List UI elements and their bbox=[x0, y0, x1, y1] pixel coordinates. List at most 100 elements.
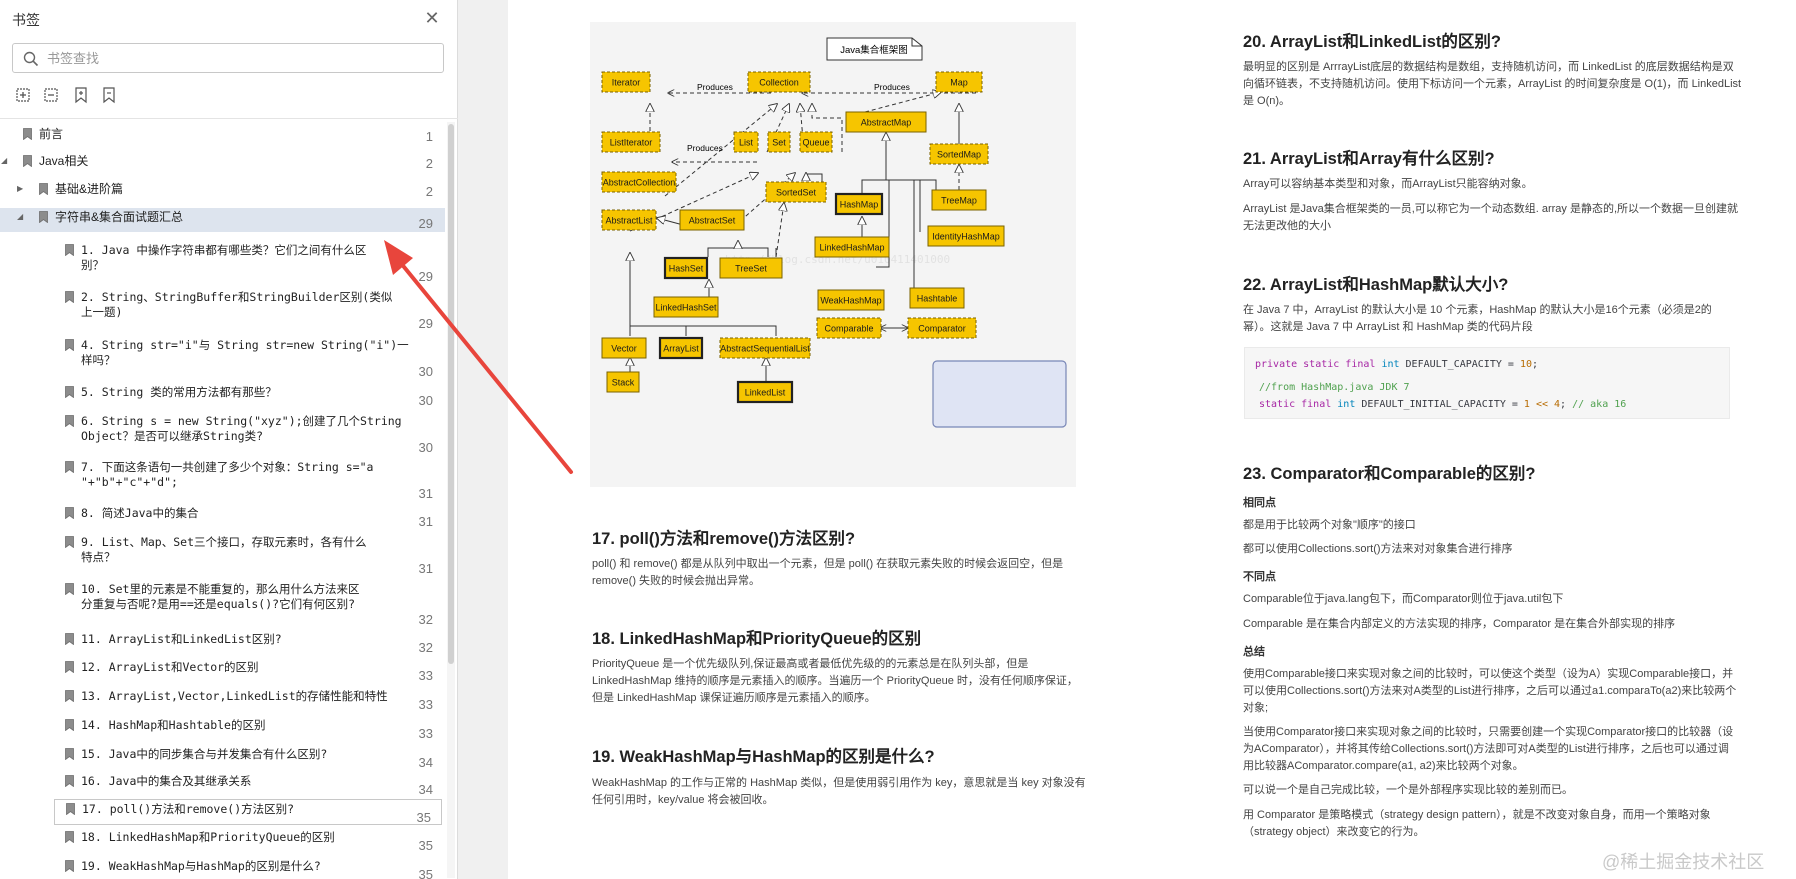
expanded-caret-icon[interactable]: ◢ bbox=[1, 156, 11, 166]
bookmark-page-number: 35 bbox=[418, 867, 433, 879]
bookmark-item[interactable]: 14. HashMap和Hashtable的区别 33 bbox=[0, 716, 445, 742]
bookmark-item[interactable]: 12. ArrayList和Vector的区别 33 bbox=[0, 658, 445, 684]
svg-text:Iterator: Iterator bbox=[612, 78, 641, 88]
bookmark-item[interactable]: 19. WeakHashMap与HashMap的区别是什么? 35 bbox=[0, 857, 445, 879]
diagram-node-linkedhashset: LinkedHashSet bbox=[653, 296, 719, 318]
bookmark-item-label: 16. Java中的集合及其继承关系 bbox=[81, 774, 252, 788]
diagram-node-abstractmap: AbstractMap bbox=[845, 111, 927, 133]
section-23-same-2: 都可以使用Collections.sort()方法来对对象集合进行排序 bbox=[1243, 543, 1513, 555]
bookmark-search-box[interactable] bbox=[12, 43, 444, 73]
section-21-line3: 无法更改他的大小 bbox=[1243, 220, 1331, 232]
bookmark-item[interactable]: 8. 简述Java中的集合 31 bbox=[0, 504, 445, 530]
add-bookmark-icon[interactable] bbox=[72, 86, 90, 104]
section-18-line3: 但是 LinkedHashMap 课保证遍历顺序是元素插入的顺序。 bbox=[592, 692, 876, 704]
section-20-line2: 向循环链表，不支持随机访问。使用下标访问一个元素，ArrayList 的时间复杂… bbox=[1243, 78, 1742, 90]
svg-text:Comparator: Comparator bbox=[918, 324, 966, 334]
section-23-title: 23. Comparator和Comparable的区别? bbox=[1243, 465, 1536, 483]
diagram-node-comparable: Comparable bbox=[816, 317, 882, 339]
svg-text:TreeMap: TreeMap bbox=[941, 196, 977, 206]
section-22-line2: 幂）。这就是 Java 7 中 ArrayList 和 HashMap 类的代码… bbox=[1243, 321, 1533, 333]
expanded-caret-icon[interactable]: ◢ bbox=[17, 212, 27, 222]
bookmark-icon[interactable] bbox=[100, 86, 118, 104]
svg-text:AbstractMap: AbstractMap bbox=[861, 118, 912, 128]
svg-text:AbstractSet: AbstractSet bbox=[689, 216, 736, 226]
close-icon[interactable]: ✕ bbox=[422, 8, 442, 28]
diagram-node-queue: Queue bbox=[799, 131, 833, 153]
bookmark-page-number: 31 bbox=[418, 486, 433, 501]
section-20-line1: 最明显的区别是 ArrrayList底层的数据结构是数组，支持随机访问，而 Li… bbox=[1243, 61, 1734, 73]
bookmark-item[interactable]: ▶ 基础&进阶篇 2 bbox=[0, 180, 445, 200]
section-17-line2: remove() 失败的时候会抛出异常。 bbox=[592, 575, 761, 587]
svg-text:AbstractSequentialList: AbstractSequentialList bbox=[720, 344, 810, 354]
bookmark-search-input[interactable] bbox=[47, 48, 437, 68]
bookmark-item-label: 前言 bbox=[39, 127, 64, 141]
site-watermark: @稀土掘金技术社区 bbox=[1602, 852, 1765, 872]
diagram-node-map: Map bbox=[935, 71, 983, 93]
bookmark-icon bbox=[65, 690, 74, 702]
diagram-node-hashmap: HashMap bbox=[834, 192, 884, 216]
produces-label: Produces bbox=[697, 82, 733, 92]
pdf-reader-window: 书签 ✕ 前言1◢Java相关2▶基础&进阶篇2◢字符串&集合面试题汇总291.… bbox=[0, 0, 1796, 879]
bookmark-item-label: 15. Java中的同步集合与并发集合有什么区别? bbox=[81, 747, 328, 761]
bookmark-page-number: 29 bbox=[418, 216, 433, 231]
bookmark-item-label: 13. ArrayList,Vector,LinkedList的存储性能和特性 bbox=[81, 689, 388, 703]
bookmark-page-number: 32 bbox=[418, 612, 433, 627]
diagram-node-iterator: Iterator bbox=[601, 71, 651, 93]
diagram-node-hashset: HashSet bbox=[663, 256, 709, 280]
bookmark-item[interactable]: 18. LinkedHashMap和PriorityQueue的区别 35 bbox=[0, 828, 445, 854]
section-23-sum-2: 可以使用Collections.sort()方法来对A类型的List进行排序，之… bbox=[1243, 685, 1737, 697]
bookmark-item[interactable]: 1. Java 中操作字符串都有哪些类？它们之间有什么区 别？ 29 bbox=[0, 241, 445, 285]
bookmark-item[interactable]: 5. String 类的常用方法都有那些？ 30 bbox=[0, 383, 445, 409]
collapse-all-icon[interactable] bbox=[42, 86, 60, 104]
bookmark-icon bbox=[65, 291, 74, 303]
diagram-node-weakhashmap: WeakHashMap bbox=[817, 289, 885, 311]
expand-all-icon[interactable] bbox=[14, 86, 32, 104]
divider bbox=[0, 118, 458, 119]
bookmark-item[interactable]: 4. String str="i"与 String str=new String… bbox=[0, 336, 445, 380]
section-22-line1: 在 Java 7 中，ArrayList 的默认大小是 10 个元素，HashM… bbox=[1243, 304, 1712, 316]
bookmark-item[interactable]: 前言 1 bbox=[0, 125, 445, 145]
bookmark-page-number: 2 bbox=[425, 184, 433, 199]
bookmark-item[interactable]: 10. Set里的元素是不能重复的，那么用什么方法来区 分重复与否呢?是用==还是… bbox=[0, 580, 445, 628]
diagram-title: Java集合框架图 bbox=[840, 44, 908, 56]
collapsed-caret-icon[interactable]: ▶ bbox=[17, 184, 27, 194]
bookmark-item[interactable]: 13. ArrayList,Vector,LinkedList的存储性能和特性 3… bbox=[0, 687, 445, 713]
section-17-line1: poll() 和 remove() 都是从队列中取出一个元素，但是 poll()… bbox=[592, 558, 1064, 570]
section-19-line2: 任何引用时，key/value 将会被回收。 bbox=[592, 794, 774, 806]
bookmark-item[interactable]: 6. String s = new String("xyz");创建了几个Str… bbox=[0, 412, 445, 456]
produces-label: Produces bbox=[874, 82, 910, 92]
bookmark-item[interactable]: 17. poll()方法和remove()方法区别? 35 bbox=[54, 799, 442, 825]
svg-text:SortedSet: SortedSet bbox=[776, 188, 817, 198]
bookmark-tree: 前言 1 ◢ Java相关 2 ▶ 基础&进阶篇 2 ◢ 字符串&集合面试题汇总 29 1. Java… bbox=[0, 121, 445, 879]
diagram-node-set: Set bbox=[767, 131, 791, 153]
svg-text:HashMap: HashMap bbox=[840, 200, 879, 210]
section-23-diff-1: Comparable位于java.lang包下，而Comparator则位于ja… bbox=[1243, 593, 1564, 605]
bookmark-item[interactable]: 11. ArrayList和LinkedList区别? 32 bbox=[0, 630, 445, 656]
scrollbar-thumb[interactable] bbox=[448, 124, 454, 664]
svg-text:Hashtable: Hashtable bbox=[917, 294, 958, 304]
bookmark-item[interactable]: 2. String、StringBuffer和StringBuilder区别(类… bbox=[0, 288, 445, 332]
bookmark-item-label: 11. ArrayList和LinkedList区别? bbox=[81, 632, 282, 646]
section-23-sum-6: 用比较器AComparator.compare(a1, a2)来比较两个对象。 bbox=[1243, 760, 1524, 772]
section-19-title: 19. WeakHashMap与HashMap的区别是什么? bbox=[592, 748, 935, 766]
bookmark-item[interactable]: ◢ Java相关 2 bbox=[0, 152, 445, 172]
section-20-line3: 是 O(n)。 bbox=[1243, 95, 1291, 107]
bookmark-item[interactable]: 16. Java中的集合及其继承关系 34 bbox=[0, 772, 445, 798]
bookmark-item-label: 14. HashMap和Hashtable的区别 bbox=[81, 718, 266, 732]
bookmark-panel: 书签 ✕ 前言1◢Java相关2▶基础&进阶篇2◢字符串&集合面试题汇总291.… bbox=[0, 0, 458, 879]
diagram-node-arraylist: ArrayList bbox=[658, 336, 704, 360]
diagram-node-identityhashmap: IdentityHashMap bbox=[927, 225, 1005, 247]
bookmark-item[interactable]: 7. 下面这条语句一共创建了多少个对象：String s="a "+"b"+"c"… bbox=[0, 458, 445, 502]
bookmark-item[interactable]: 15. Java中的同步集合与并发集合有什么区别? 34 bbox=[0, 745, 445, 771]
svg-text:List: List bbox=[739, 138, 754, 148]
bookmark-item[interactable]: ◢ 字符串&集合面试题汇总 29 bbox=[0, 208, 445, 232]
section-23-diff-2: Comparable 是在集合内部定义的方法实现的排序，Comparator 是… bbox=[1243, 618, 1676, 630]
code-line-2: //from HashMap.java JDK 7 bbox=[1259, 382, 1410, 393]
svg-text:Map: Map bbox=[950, 78, 968, 88]
svg-text:ArrayList: ArrayList bbox=[663, 344, 699, 354]
search-icon bbox=[23, 51, 39, 67]
bookmark-icon bbox=[23, 155, 32, 167]
bookmark-item[interactable]: 9. List、Map、Set三个接口，存取元素时，各有什么 特点？ 31 bbox=[0, 533, 445, 577]
svg-text:IdentityHashMap: IdentityHashMap bbox=[932, 232, 1000, 242]
bookmark-item-label: 字符串&集合面试题汇总 bbox=[55, 210, 184, 224]
